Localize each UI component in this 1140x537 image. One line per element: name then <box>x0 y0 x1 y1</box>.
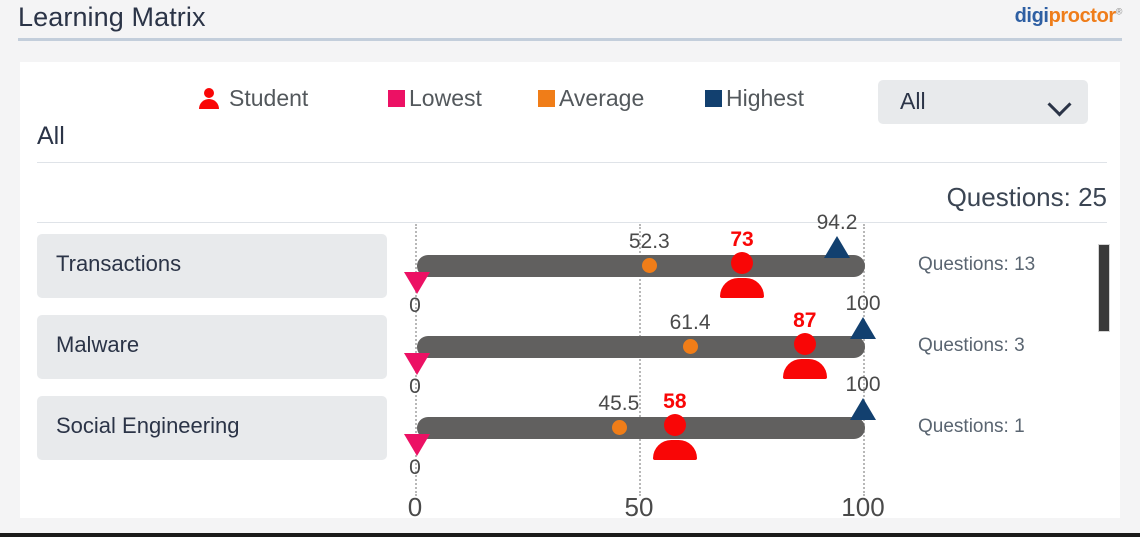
legend-item-average: Average <box>538 81 644 115</box>
row-questions-label: Questions: 1 <box>918 416 1025 438</box>
chart-scrollbar-thumb[interactable] <box>1098 244 1110 332</box>
student-body-icon <box>653 440 697 460</box>
logo-digi-text: digi <box>1015 5 1049 27</box>
matrix-card: Student Lowest Average Highest All All Q… <box>20 62 1120 518</box>
filter-dropdown-value: All <box>900 88 926 115</box>
highest-marker <box>850 398 876 420</box>
highest-value-label: 94.2 <box>802 211 872 235</box>
header-divider <box>18 38 1122 41</box>
student-head-icon <box>794 333 816 355</box>
student-value-label: 73 <box>707 228 777 252</box>
chevron-down-icon <box>1047 92 1071 116</box>
legend-item-student: Student <box>198 81 308 115</box>
highest-value-label: 100 <box>828 373 898 397</box>
average-value-label: 61.4 <box>650 311 730 335</box>
student-marker <box>783 333 827 378</box>
student-marker <box>653 414 697 459</box>
row-label-text: Transactions <box>56 251 181 277</box>
legend-label-average: Average <box>559 85 644 112</box>
row-label-malware[interactable]: Malware <box>37 315 387 379</box>
student-value-label: 58 <box>640 390 710 414</box>
x-axis-tick-100: 100 <box>828 492 898 518</box>
legend-label-student: Student <box>229 85 308 112</box>
student-body-icon <box>720 278 764 298</box>
divider-top <box>37 162 1107 163</box>
app-header: Learning Matrix digiproctor® <box>0 0 1140 41</box>
row-label-transactions[interactable]: Transactions <box>37 234 387 298</box>
page-title: Learning Matrix <box>18 2 206 33</box>
square-swatch-icon-highest <box>705 90 722 107</box>
chart-scrollbar-track[interactable] <box>1098 230 1111 518</box>
average-marker <box>612 420 627 435</box>
filter-dropdown[interactable]: All <box>878 80 1088 124</box>
row-label-text: Social Engineering <box>56 413 239 439</box>
lowest-marker <box>404 353 430 375</box>
questions-total-label: Questions: 25 <box>947 182 1107 213</box>
legend-item-lowest: Lowest <box>388 81 482 115</box>
score-range-track <box>417 255 865 277</box>
row-questions-label: Questions: 3 <box>918 335 1025 357</box>
score-range-track <box>417 417 865 439</box>
x-axis-tick-50: 50 <box>604 492 674 518</box>
matrix-row: Transactions094.252.373Questions: 13 <box>20 226 1120 307</box>
legend-label-highest: Highest <box>726 85 804 112</box>
matrix-row: Malware010061.487Questions: 3 <box>20 307 1120 388</box>
highest-marker <box>850 317 876 339</box>
logo-proctor-text: proctor <box>1049 5 1116 27</box>
lowest-value-label: 0 <box>393 456 437 480</box>
registered-trademark-icon: ® <box>1116 6 1122 16</box>
student-body-icon <box>783 359 827 379</box>
student-head-icon <box>731 252 753 274</box>
row-questions-label: Questions: 13 <box>918 254 1035 276</box>
student-head-icon <box>664 414 686 436</box>
filter-subtitle: All <box>37 122 65 151</box>
lowest-marker <box>404 434 430 456</box>
learning-matrix-page: Learning Matrix digiproctor® Student Low… <box>0 0 1140 537</box>
learning-matrix-chart: Transactions094.252.373Questions: 13Malw… <box>20 224 1120 518</box>
legend-item-highest: Highest <box>705 81 804 115</box>
average-value-label: 52.3 <box>609 230 689 254</box>
lowest-marker <box>404 272 430 294</box>
divider-bottom <box>37 222 1107 223</box>
window-bottom-edge <box>0 533 1140 537</box>
student-value-label: 87 <box>770 309 840 333</box>
digiproctor-logo: digiproctor® <box>1015 5 1122 28</box>
legend-label-lowest: Lowest <box>409 85 482 112</box>
matrix-row: Social Engineering010045.558Questions: 1 <box>20 388 1120 469</box>
student-person-icon <box>198 87 220 109</box>
highest-marker <box>824 236 850 258</box>
square-swatch-icon-lowest <box>388 90 405 107</box>
x-axis-tick-0: 0 <box>380 492 450 518</box>
square-swatch-icon-average <box>538 90 555 107</box>
row-label-text: Malware <box>56 332 139 358</box>
average-marker <box>683 339 698 354</box>
row-label-social-engineering[interactable]: Social Engineering <box>37 396 387 460</box>
student-marker <box>720 252 764 297</box>
